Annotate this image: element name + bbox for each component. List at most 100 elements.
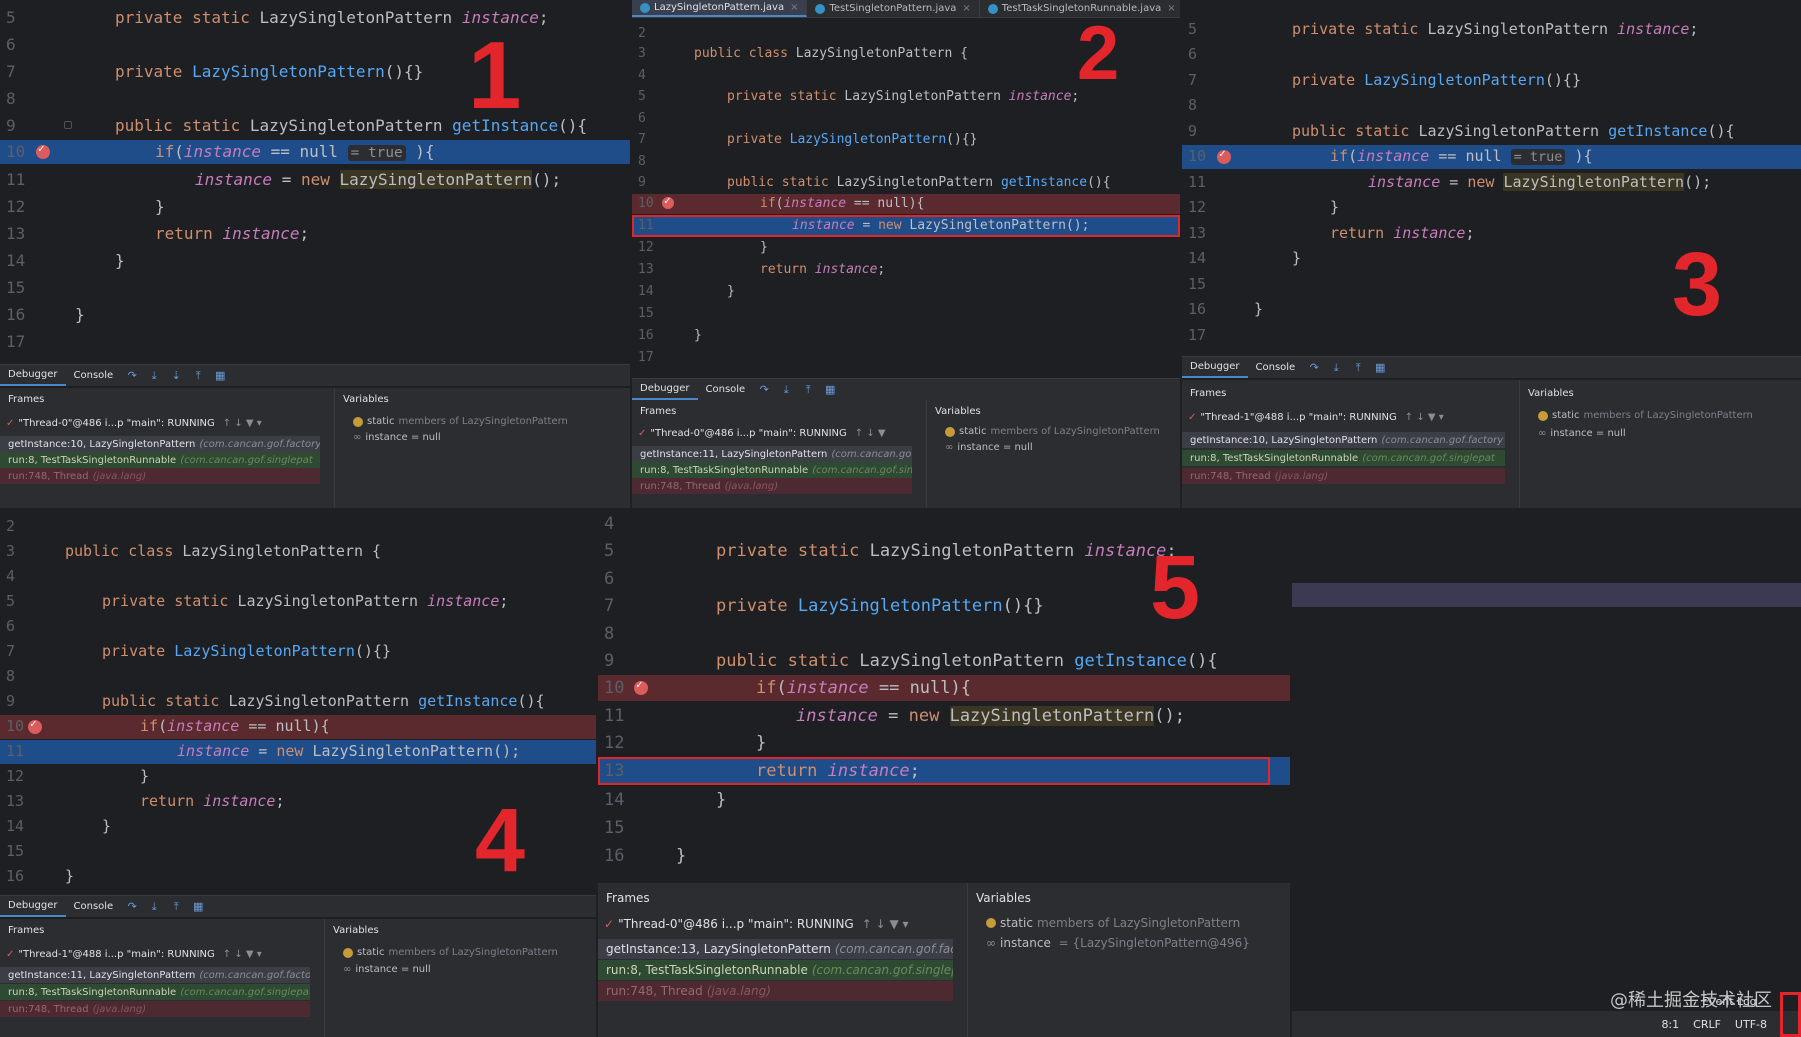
frame-row[interactable]: run:748, Thread (java.lang) [0,468,320,484]
step-out-icon[interactable]: ⤒ [1351,361,1365,375]
qr-code-icon [1780,992,1801,1037]
debug-toolbar: Debugger Console ↷ ⤓ ⤒ ▦ [1182,356,1801,378]
panel-2: LazySingletonPattern.java × TestSingleton… [632,0,1180,508]
cursor-position[interactable]: 8:1 [1661,1018,1679,1031]
current-execution-line: 13 return instance; [598,757,1290,785]
tab-debugger[interactable]: Debugger [1182,357,1248,378]
variables-pane: Variables static members of LazySingleton… [335,388,630,508]
field-icon: ∞ [343,964,352,975]
tab-debugger[interactable]: Debugger [0,896,66,917]
thread-selector[interactable]: ✓ "Thread-0"@486 i...p "main": RUNNING ↑ ↓… [632,424,926,442]
breakpoint-icon[interactable] [634,678,648,695]
panel-number-label: 1 [468,22,522,129]
frames-title: Frames [8,394,45,405]
status-bar: Event Log 8:1 CRLF UTF-8 [1292,995,1801,1037]
thread-selector[interactable]: ✓ "Thread-1"@488 i...p "main": RUNNING ↑ ↓… [1182,408,1519,426]
code-editor[interactable]: 5 private static LazySingletonPattern ins… [0,0,630,360]
filter-icon[interactable]: ↑ ↓ ▼ ▾ [1405,412,1444,423]
thread-selector[interactable]: ✓ "Thread-0"@486 i...p "main": RUNNING ↑ ↓… [0,414,334,432]
highlight-box [598,757,1270,785]
frame-row[interactable]: run:8, TestTaskSingletonRunnable (com.can… [0,452,320,468]
variables-pane: Variables static members of LazySingleton… [927,400,1180,508]
tab-debugger[interactable]: Debugger [632,379,698,400]
check-icon: ✓ [604,917,615,931]
var-instance-row[interactable]: ∞ instance = null [945,442,1033,453]
frame-row[interactable]: getInstance:13, LazySingletonPattern (com… [598,939,953,959]
var-instance-row[interactable]: ∞ instance = {LazySingletonPattern@496} [986,936,1250,950]
tab-lazy-singleton[interactable]: LazySingletonPattern.java × [632,0,808,17]
filter-icon[interactable]: ↑ ↓ ▼ ▾ [862,917,909,931]
frame-row[interactable]: run:748, Thread (java.lang) [1182,468,1505,484]
step-into-icon[interactable]: ⤓ [1329,361,1343,375]
frame-row[interactable]: run:8, TestTaskSingletonRunnable (com.can… [1182,450,1505,466]
breakpoint-icon[interactable] [36,142,50,159]
tab-console[interactable]: Console [698,379,754,400]
frame-row[interactable]: getInstance:10, LazySingletonPattern (com… [0,436,320,452]
panel-3: 5 private static LazySingletonPattern ins… [1182,0,1801,508]
inline-value-hint: = true [347,145,406,161]
frame-row[interactable]: run:748, Thread (java.lang) [598,981,953,1001]
current-execution-line: 10if(instance == null = true ){ [1182,145,1801,169]
current-execution-line: 11 instance = new LazySingletonPattern(); [632,215,1180,237]
close-icon[interactable]: × [790,2,798,13]
variables-pane: Variables static members of LazySingleton… [1520,380,1801,508]
frame-row[interactable]: getInstance:11, LazySingletonPattern (com… [0,967,310,983]
var-static-row[interactable]: static members of LazySingletonPattern [353,416,568,427]
close-icon[interactable]: × [962,3,970,14]
step-into-icon[interactable]: ⤓ [147,900,161,914]
evaluate-icon[interactable]: ▦ [213,369,227,383]
filter-icon[interactable]: ↑ ↓ ▼ ▾ [223,418,262,429]
step-over-icon[interactable]: ↷ [757,383,771,397]
step-out-icon[interactable]: ⤒ [169,900,183,914]
var-static-row[interactable]: static members of LazySingletonPattern [1538,410,1753,421]
step-into-icon[interactable]: ⤓ [147,369,161,383]
frame-row[interactable]: getInstance:11, LazySingletonPattern (com… [632,446,912,462]
evaluate-icon[interactable]: ▦ [191,900,205,914]
tab-debugger[interactable]: Debugger [0,365,66,386]
step-out-icon[interactable]: ⤒ [801,383,815,397]
variables-title: Variables [935,406,981,417]
frame-row[interactable]: run:748, Thread (java.lang) [0,1001,310,1017]
breakpoint-icon[interactable] [28,717,42,734]
var-instance-row[interactable]: ∞ instance = null [343,964,431,975]
breakpoint-icon[interactable] [1217,147,1231,164]
frame-row[interactable]: run:8, TestTaskSingletonRunnable (com.can… [598,960,953,980]
step-over-icon[interactable]: ↷ [1307,361,1321,375]
var-instance-row[interactable]: ∞ instance = null [353,432,441,443]
step-over-icon[interactable]: ↷ [125,900,139,914]
var-instance-row[interactable]: ∞ instance = null [1538,428,1626,439]
close-icon[interactable]: × [1167,3,1175,14]
static-icon [1538,410,1548,421]
step-over-icon[interactable]: ↷ [125,369,139,383]
filter-icon[interactable]: ↑ ↓ ▼ ▾ [223,949,262,960]
file-encoding[interactable]: UTF-8 [1735,1018,1767,1031]
thread-selector[interactable]: ✓ "Thread-1"@488 i...p "main": RUNNING ↑ ↓… [0,945,324,963]
tab-test-singleton[interactable]: TestSingletonPattern.java × [807,0,980,17]
frame-row[interactable]: run:8, TestTaskSingletonRunnable (com.can… [632,462,912,478]
line-separator[interactable]: CRLF [1693,1018,1721,1031]
frame-row[interactable]: run:748, Thread (java.lang) [632,478,912,494]
tab-console[interactable]: Console [66,365,122,386]
static-icon [353,416,363,427]
var-static-row[interactable]: static members of LazySingletonPattern [343,947,558,958]
thread-selector[interactable]: ✓ "Thread-0"@486 i...p "main": RUNNING ↑ ↓… [598,913,967,935]
force-step-into-icon[interactable]: ⇣ [169,369,183,383]
step-into-icon[interactable]: ⤓ [779,383,793,397]
watermark: @稀土掘金技术社区 [1610,990,1772,1011]
tab-console[interactable]: Console [1248,357,1304,378]
breakpoint-line: 10if(instance == null){ [0,715,596,739]
frame-row[interactable]: getInstance:10, LazySingletonPattern (com… [1182,432,1505,448]
tab-console[interactable]: Console [66,896,122,917]
step-out-icon[interactable]: ⤒ [191,369,205,383]
var-static-row[interactable]: static members of LazySingletonPattern [945,426,1160,437]
frame-row[interactable]: run:8, TestTaskSingletonRunnable (com.can… [0,984,310,1000]
static-icon [986,918,996,928]
filter-icon[interactable]: ↑ ↓ ▼ [855,428,886,439]
field-icon: ∞ [945,442,954,453]
evaluate-icon[interactable]: ▦ [1373,361,1387,375]
breakpoint-icon[interactable] [662,194,674,209]
check-icon: ✓ [1188,411,1197,423]
frames-pane: Frames ✓ "Thread-0"@486 i...p "main": RUN… [598,883,968,1037]
var-static-row[interactable]: static members of LazySingletonPattern [986,916,1240,930]
evaluate-icon[interactable]: ▦ [823,383,837,397]
